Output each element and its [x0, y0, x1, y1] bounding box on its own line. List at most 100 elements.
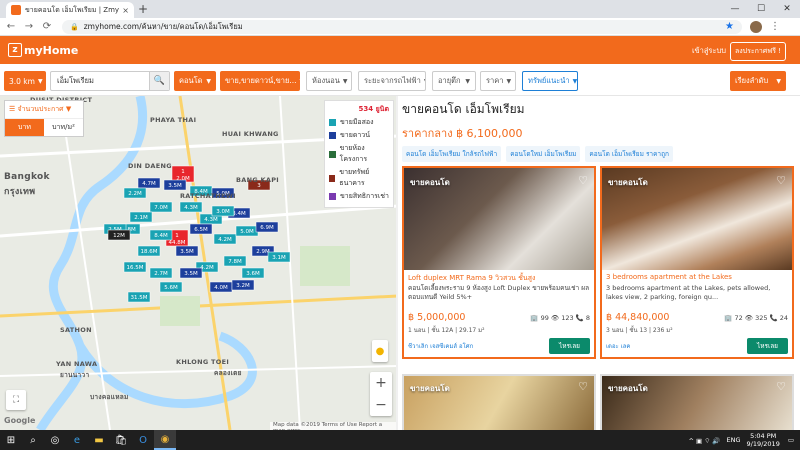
zoom-in-button[interactable]: +	[370, 372, 392, 394]
browser-tab[interactable]: ขายคอนโด เอ็มโพเรียม | ZmyHome ×	[6, 2, 134, 18]
reload-button[interactable]: ⟳	[40, 21, 54, 32]
map-price-pin[interactable]: 6.5M	[189, 223, 213, 235]
radius-filter[interactable]: 3.0 km ▼	[4, 71, 46, 91]
fullscreen-icon[interactable]: ⛶	[6, 390, 26, 410]
search-input[interactable]: เอ็มโพเรียม	[51, 75, 149, 87]
favorite-heart-icon[interactable]: ♡	[578, 380, 588, 393]
search-icon[interactable]: 🔍	[149, 72, 169, 90]
view-detail-button[interactable]: ไหรเลย	[746, 338, 788, 354]
property-type-filter[interactable]: คอนโด ▼	[174, 71, 216, 91]
outlook-icon[interactable]: O	[132, 430, 154, 450]
minimize-button[interactable]: —	[722, 0, 748, 18]
project-link[interactable]: ชีวาเลิก เจสซีเคมส์ อโศก	[408, 341, 473, 351]
forward-button[interactable]: →	[22, 21, 36, 32]
pin-label: 3.0M	[216, 209, 230, 215]
map-price-pin[interactable]: 12M	[107, 229, 131, 241]
view-detail-button[interactable]: ไหรเลย	[548, 338, 590, 354]
map-price-pin[interactable]: 3.5M	[179, 267, 203, 279]
map-price-pin[interactable]: 3.5M	[175, 245, 199, 257]
favorite-heart-icon[interactable]: ♡	[578, 174, 588, 187]
site-logo[interactable]: z myHome	[8, 43, 78, 57]
map-panel[interactable]: 1 2.0M 4.7M 2.2M 3.5M 8.4M 5.0M 4.3M 7.0M 2.1M 1 44…	[0, 96, 398, 430]
map-price-pin[interactable]: 5.0M	[235, 225, 259, 237]
browser-menu-icon[interactable]: ⋮	[770, 21, 780, 32]
bookmark-star-icon[interactable]: ★	[725, 21, 734, 32]
listing-photo[interactable]: ขายคอนโด ♡	[404, 168, 594, 270]
map-price-pin[interactable]: 8.4M	[149, 229, 173, 241]
map-price-pin[interactable]: 4.2M	[213, 233, 237, 245]
rooms-filter[interactable]: ห้องนอน ▼	[306, 71, 352, 91]
related-tag[interactable]: คอนโดใหม่ เอ็มโพเรียม	[506, 146, 581, 162]
profile-avatar[interactable]	[750, 20, 762, 33]
map-price-pin[interactable]: 3.0M	[211, 205, 235, 217]
map-price-pin[interactable]: 4.3M	[179, 201, 203, 213]
street-view-pegman-icon[interactable]: ●	[372, 340, 388, 362]
new-tab-button[interactable]: +	[138, 2, 148, 16]
task-view-icon[interactable]: ◎	[44, 430, 66, 450]
file-explorer-icon[interactable]: ▬	[88, 430, 110, 450]
map-price-pin[interactable]: 2.1M	[129, 211, 153, 223]
listing-photo[interactable]: ขายคอนโด ♡	[602, 168, 792, 270]
login-link[interactable]: เข้าสู่ระบบ	[692, 45, 726, 57]
map-price-pin[interactable]: 31.5M	[127, 291, 151, 303]
sort-button[interactable]: เรียงลำดับ ▼	[730, 71, 786, 91]
recommended-filter[interactable]: ทรัพย์แนะนำ ▼	[522, 71, 578, 91]
map-price-pin[interactable]: 5.6M	[159, 281, 183, 293]
related-tag[interactable]: คอนโด เอ็มโพเรียม ราคาถูก	[585, 146, 673, 162]
listing-card[interactable]: ขายคอนโด ♡	[402, 374, 596, 430]
project-link[interactable]: เดอะ เลค	[606, 341, 630, 351]
close-window-button[interactable]: ✕	[774, 0, 800, 18]
listing-card[interactable]: ขายคอนโด ♡	[600, 374, 794, 430]
map-price-pin[interactable]: 4.0M	[209, 281, 233, 293]
price-filter[interactable]: ราคา ▼	[480, 71, 516, 91]
listing-card[interactable]: ขายคอนโด ♡ Loft duplex MRT Rama 9 วิวสวน…	[402, 166, 596, 359]
tab-close-icon[interactable]: ×	[122, 6, 129, 15]
listing-title[interactable]: Loft duplex MRT Rama 9 วิวสวน ชั้นสูง	[404, 270, 594, 282]
related-tag[interactable]: คอนโด เอ็มโพเรียม ใกล้รถไฟฟ้า	[402, 146, 502, 162]
unit-baht-button[interactable]: บาท	[5, 119, 44, 136]
map-price-pin[interactable]: 3.1M	[267, 251, 291, 263]
bts-distance-filter[interactable]: ระยะจากรถไฟฟ้า▼	[358, 71, 426, 91]
back-button[interactable]: ←	[4, 21, 18, 32]
chevron-down-icon: ▼	[506, 77, 512, 85]
tray-icons[interactable]: ^ ▣ ⌔ 🔊	[688, 436, 720, 445]
start-icon[interactable]: ⊞	[0, 430, 22, 450]
map-footer[interactable]: Map data ©2019 Terms of Use Report a map…	[270, 422, 398, 430]
map-price-pin[interactable]: 2.7M	[149, 267, 173, 279]
map-price-pin[interactable]: 16.5M	[123, 261, 147, 273]
language-indicator[interactable]: ENG	[726, 436, 740, 444]
map-price-pin[interactable]: 3.2M	[231, 279, 255, 291]
favorite-heart-icon[interactable]: ♡	[776, 380, 786, 393]
listing-card[interactable]: ขายคอนโด ♡ 3 bedrooms apartment at the L…	[600, 166, 794, 359]
pin-label: 18.6M	[141, 249, 158, 255]
listing-title[interactable]: 3 bedrooms apartment at the Lakes	[602, 270, 792, 282]
map-price-pin[interactable]: 3.5M	[163, 179, 187, 191]
chrome-icon[interactable]: ◉	[154, 430, 176, 450]
map-price-pin[interactable]: 7.8M	[223, 255, 247, 267]
notifications-icon[interactable]: ▭	[788, 436, 794, 444]
map-price-pin[interactable]: 7.0M	[149, 201, 173, 213]
omnibox[interactable]: 🔒 zmyhome.com/ค้นหา/ขาย/คอนโด/เอ็มโพเรีย…	[62, 19, 742, 34]
listing-count-dropdown[interactable]: ☰ จำนวนประกาศ ▼	[5, 101, 83, 119]
map-price-pin[interactable]: 12.0M	[171, 165, 195, 183]
favorite-heart-icon[interactable]: ♡	[776, 174, 786, 187]
unit-baht-per-sqm-button[interactable]: บาท/ม²	[44, 119, 83, 136]
store-icon[interactable]: 🛍	[110, 430, 132, 450]
maximize-button[interactable]: ☐	[748, 0, 774, 18]
map-price-pin[interactable]: 3.6M	[241, 267, 265, 279]
building-age-filter[interactable]: อายุตึก ▼	[432, 71, 476, 91]
map-price-pin[interactable]: 4.7M	[137, 177, 161, 189]
bts-label: ระยะจากรถไฟฟ้า	[364, 76, 421, 85]
map-price-pin[interactable]: 6.9M	[255, 221, 279, 233]
clock[interactable]: 5:04 PM 9/19/2019	[747, 432, 780, 448]
zoom-out-button[interactable]: −	[370, 394, 392, 416]
map-price-pin[interactable]: 18.6M	[137, 245, 161, 257]
url-text[interactable]: zmyhome.com/ค้นหา/ขาย/คอนโด/เอ็มโพเรียม	[84, 21, 725, 33]
listing-badge: ขายคอนโด	[410, 178, 450, 187]
legend-label: ขายสิทธิการเช่า	[340, 192, 389, 200]
edge-icon[interactable]: e	[66, 430, 88, 450]
post-listing-button[interactable]: ลงประกาศฟรี !	[729, 42, 786, 61]
map-price-pin[interactable]: 2.2M	[123, 187, 147, 199]
search-icon[interactable]: ⌕	[22, 430, 44, 450]
sale-type-filter[interactable]: ขาย,ขายดาวน์,ขาย...▼	[220, 71, 300, 91]
